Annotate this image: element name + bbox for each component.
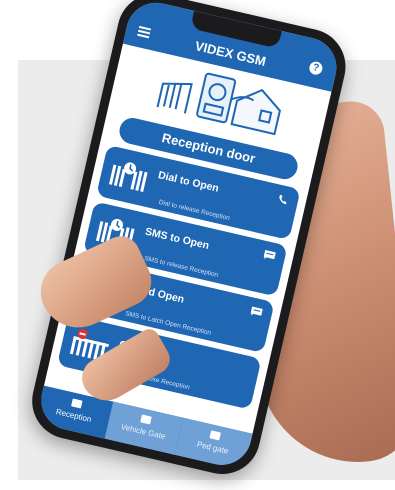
tab-ped-gate-label: Ped gate bbox=[196, 439, 230, 456]
tab-ped-gate[interactable]: Ped gate bbox=[174, 417, 253, 471]
gate-icon bbox=[70, 398, 83, 409]
gate-icon bbox=[140, 414, 152, 425]
message-icon[interactable] bbox=[263, 249, 276, 261]
gate-icon bbox=[209, 430, 222, 441]
sms-to-open-label: SMS to Open bbox=[143, 225, 211, 253]
tab-reception-label: Reception bbox=[55, 407, 93, 425]
dial-to-open-label: Dial to Open bbox=[156, 169, 220, 195]
tab-vehicle-gate[interactable]: Vehicle Gate bbox=[104, 401, 183, 455]
message-icon[interactable] bbox=[250, 306, 263, 317]
tab-vehicle-gate-label: Vehicle Gate bbox=[120, 422, 167, 442]
phone-icon[interactable] bbox=[276, 193, 289, 205]
